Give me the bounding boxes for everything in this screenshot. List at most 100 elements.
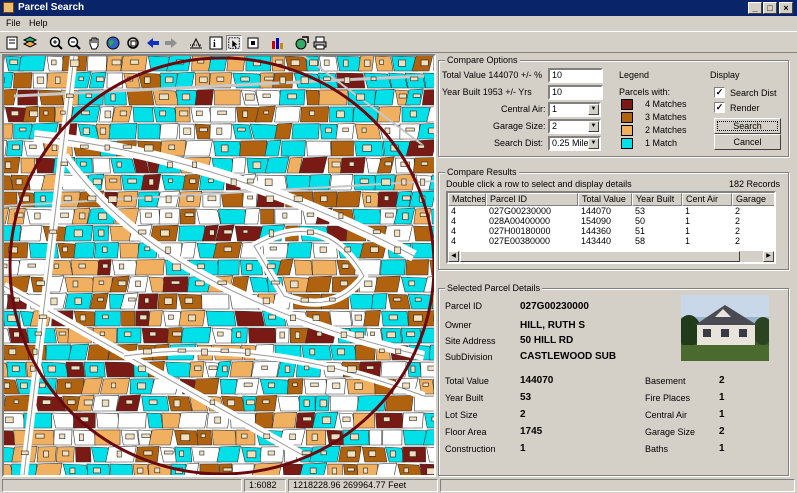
table-cell: 2	[735, 236, 741, 246]
detail-label: Lot Size	[445, 410, 478, 420]
legend-label-2: 2 Matches	[645, 125, 687, 135]
table-cell: 2	[735, 216, 741, 226]
zoom-out-icon[interactable]	[66, 35, 82, 51]
status-bar: 1:6082 1218228.96 269964.77 Feet	[0, 478, 797, 493]
scroll-thumb[interactable]	[460, 251, 740, 262]
table-row[interactable]: 4 027E00380000 143440 58 1 2	[448, 236, 774, 247]
cancel-button[interactable]: Cancel	[714, 134, 781, 150]
print-icon[interactable]	[312, 35, 328, 51]
col-header-garage[interactable]: Garage	[732, 193, 774, 206]
forward-arrow-icon[interactable]	[163, 35, 179, 51]
back-arrow-icon[interactable]	[145, 35, 161, 51]
map-coordinates: 1218228.96 269964.77 Feet	[288, 479, 438, 492]
table-cell: 143440	[581, 236, 612, 246]
layers-icon[interactable]	[22, 35, 38, 51]
parcel-map[interactable]	[4, 56, 434, 475]
col-header-matches[interactable]: Matches	[448, 193, 486, 206]
detail-value: 144070	[520, 375, 554, 386]
identify-icon[interactable]: i	[208, 35, 224, 51]
legend-swatch-4	[621, 138, 633, 149]
select-icon[interactable]	[226, 35, 242, 51]
detail-value: 2	[719, 426, 725, 437]
detail-value: 53	[520, 392, 532, 403]
table-cell: 1	[685, 216, 691, 226]
detail-label: Year Built	[445, 393, 484, 403]
search-dist-checkbox[interactable]: ✓	[714, 87, 725, 98]
table-cell: 144070	[581, 206, 612, 216]
measure-icon[interactable]	[188, 35, 204, 51]
chevron-down-icon[interactable]: ▼	[588, 104, 599, 115]
menu-help[interactable]: Help	[29, 18, 48, 28]
year-built-label: Year Built 1953 +/- Yrs	[442, 87, 532, 97]
results-table[interactable]: Matches Parcel ID Total Value Year Built…	[446, 191, 776, 264]
search-dist-select[interactable]: 0.25 Mile ▼	[548, 136, 601, 151]
page-icon[interactable]	[4, 35, 20, 51]
search-dist-check-label: Search Dist	[730, 88, 777, 98]
detail-value: 1	[719, 409, 725, 420]
detail-value: 2	[520, 409, 526, 420]
menu-file[interactable]: File	[6, 18, 21, 28]
display-title: Display	[710, 70, 740, 80]
scroll-right-icon[interactable]: ▶	[763, 251, 774, 262]
subdivision-label: SubDivision	[445, 352, 493, 362]
zoom-in-icon[interactable]	[48, 35, 64, 51]
central-air-select[interactable]: 1 ▼	[548, 102, 601, 117]
search-button[interactable]: Search	[714, 118, 781, 134]
map-view[interactable]	[2, 54, 436, 477]
legend-label-3: 3 Matches	[645, 112, 687, 122]
chevron-down-icon[interactable]: ▼	[588, 121, 599, 132]
pan-hand-icon[interactable]	[86, 35, 102, 51]
detail-value: 1	[719, 443, 725, 454]
detail-label: Total Value	[445, 376, 489, 386]
table-cell: 4	[451, 226, 457, 236]
globe-icon[interactable]	[105, 35, 121, 51]
detail-label: Basement	[645, 376, 686, 386]
table-cell: 028A00400000	[489, 216, 551, 226]
export-icon[interactable]	[294, 35, 310, 51]
horizontal-scrollbar[interactable]: ◀ ▶	[448, 250, 774, 262]
garage-size-select[interactable]: 2 ▼	[548, 119, 601, 134]
central-air-label: Central Air:	[501, 104, 546, 114]
scroll-left-icon[interactable]: ◀	[448, 251, 459, 262]
clear-selection-icon[interactable]	[245, 35, 261, 51]
detail-label: Fire Places	[645, 393, 691, 403]
search-dist-label: Search Dist:	[494, 138, 544, 148]
table-cell: 1	[685, 226, 691, 236]
refresh-icon[interactable]	[125, 35, 141, 51]
table-cell: 2	[735, 226, 741, 236]
menu-bar: File Help	[0, 16, 797, 31]
toolbar: i	[0, 31, 797, 53]
minimize-button[interactable]: _	[748, 2, 762, 14]
year-built-input[interactable]: 10	[548, 85, 603, 100]
table-cell: 144360	[581, 226, 612, 236]
total-value-input[interactable]: 10	[548, 68, 603, 83]
close-button[interactable]: ×	[779, 2, 793, 14]
col-header-cent-air[interactable]: Cent Air	[682, 193, 732, 206]
render-checkbox[interactable]: ✓	[714, 102, 725, 113]
detail-label: Garage Size	[645, 427, 696, 437]
owner-value: HILL, RUTH S	[520, 320, 585, 331]
legend-swatch-1	[621, 99, 633, 110]
table-cell: 4	[451, 216, 457, 226]
table-cell: 4	[451, 206, 457, 216]
col-header-total-value[interactable]: Total Value	[578, 193, 632, 206]
owner-label: Owner	[445, 320, 472, 330]
legend-title: Legend	[619, 70, 650, 80]
table-cell: 50	[635, 216, 646, 226]
detail-label: Floor Area	[445, 427, 487, 437]
maximize-button[interactable]: □	[763, 2, 777, 14]
chevron-down-icon[interactable]: ▼	[588, 138, 599, 149]
subdivision-value: CASTLEWOOD SUB	[520, 351, 617, 362]
house-photo	[681, 295, 769, 361]
central-air-value: 1	[552, 104, 558, 114]
parcel-id-label: Parcel ID	[445, 301, 483, 311]
col-header-parcel-id[interactable]: Parcel ID	[486, 193, 578, 206]
app-icon	[3, 2, 14, 13]
chart-icon[interactable]	[270, 35, 286, 51]
status-blank	[2, 479, 242, 492]
table-cell: 2	[735, 206, 741, 216]
status-blank-right	[440, 479, 795, 492]
search-dist-value: 0.25 Mile	[552, 138, 589, 148]
table-cell: 58	[635, 236, 646, 246]
col-header-year-built[interactable]: Year Built	[632, 193, 682, 206]
